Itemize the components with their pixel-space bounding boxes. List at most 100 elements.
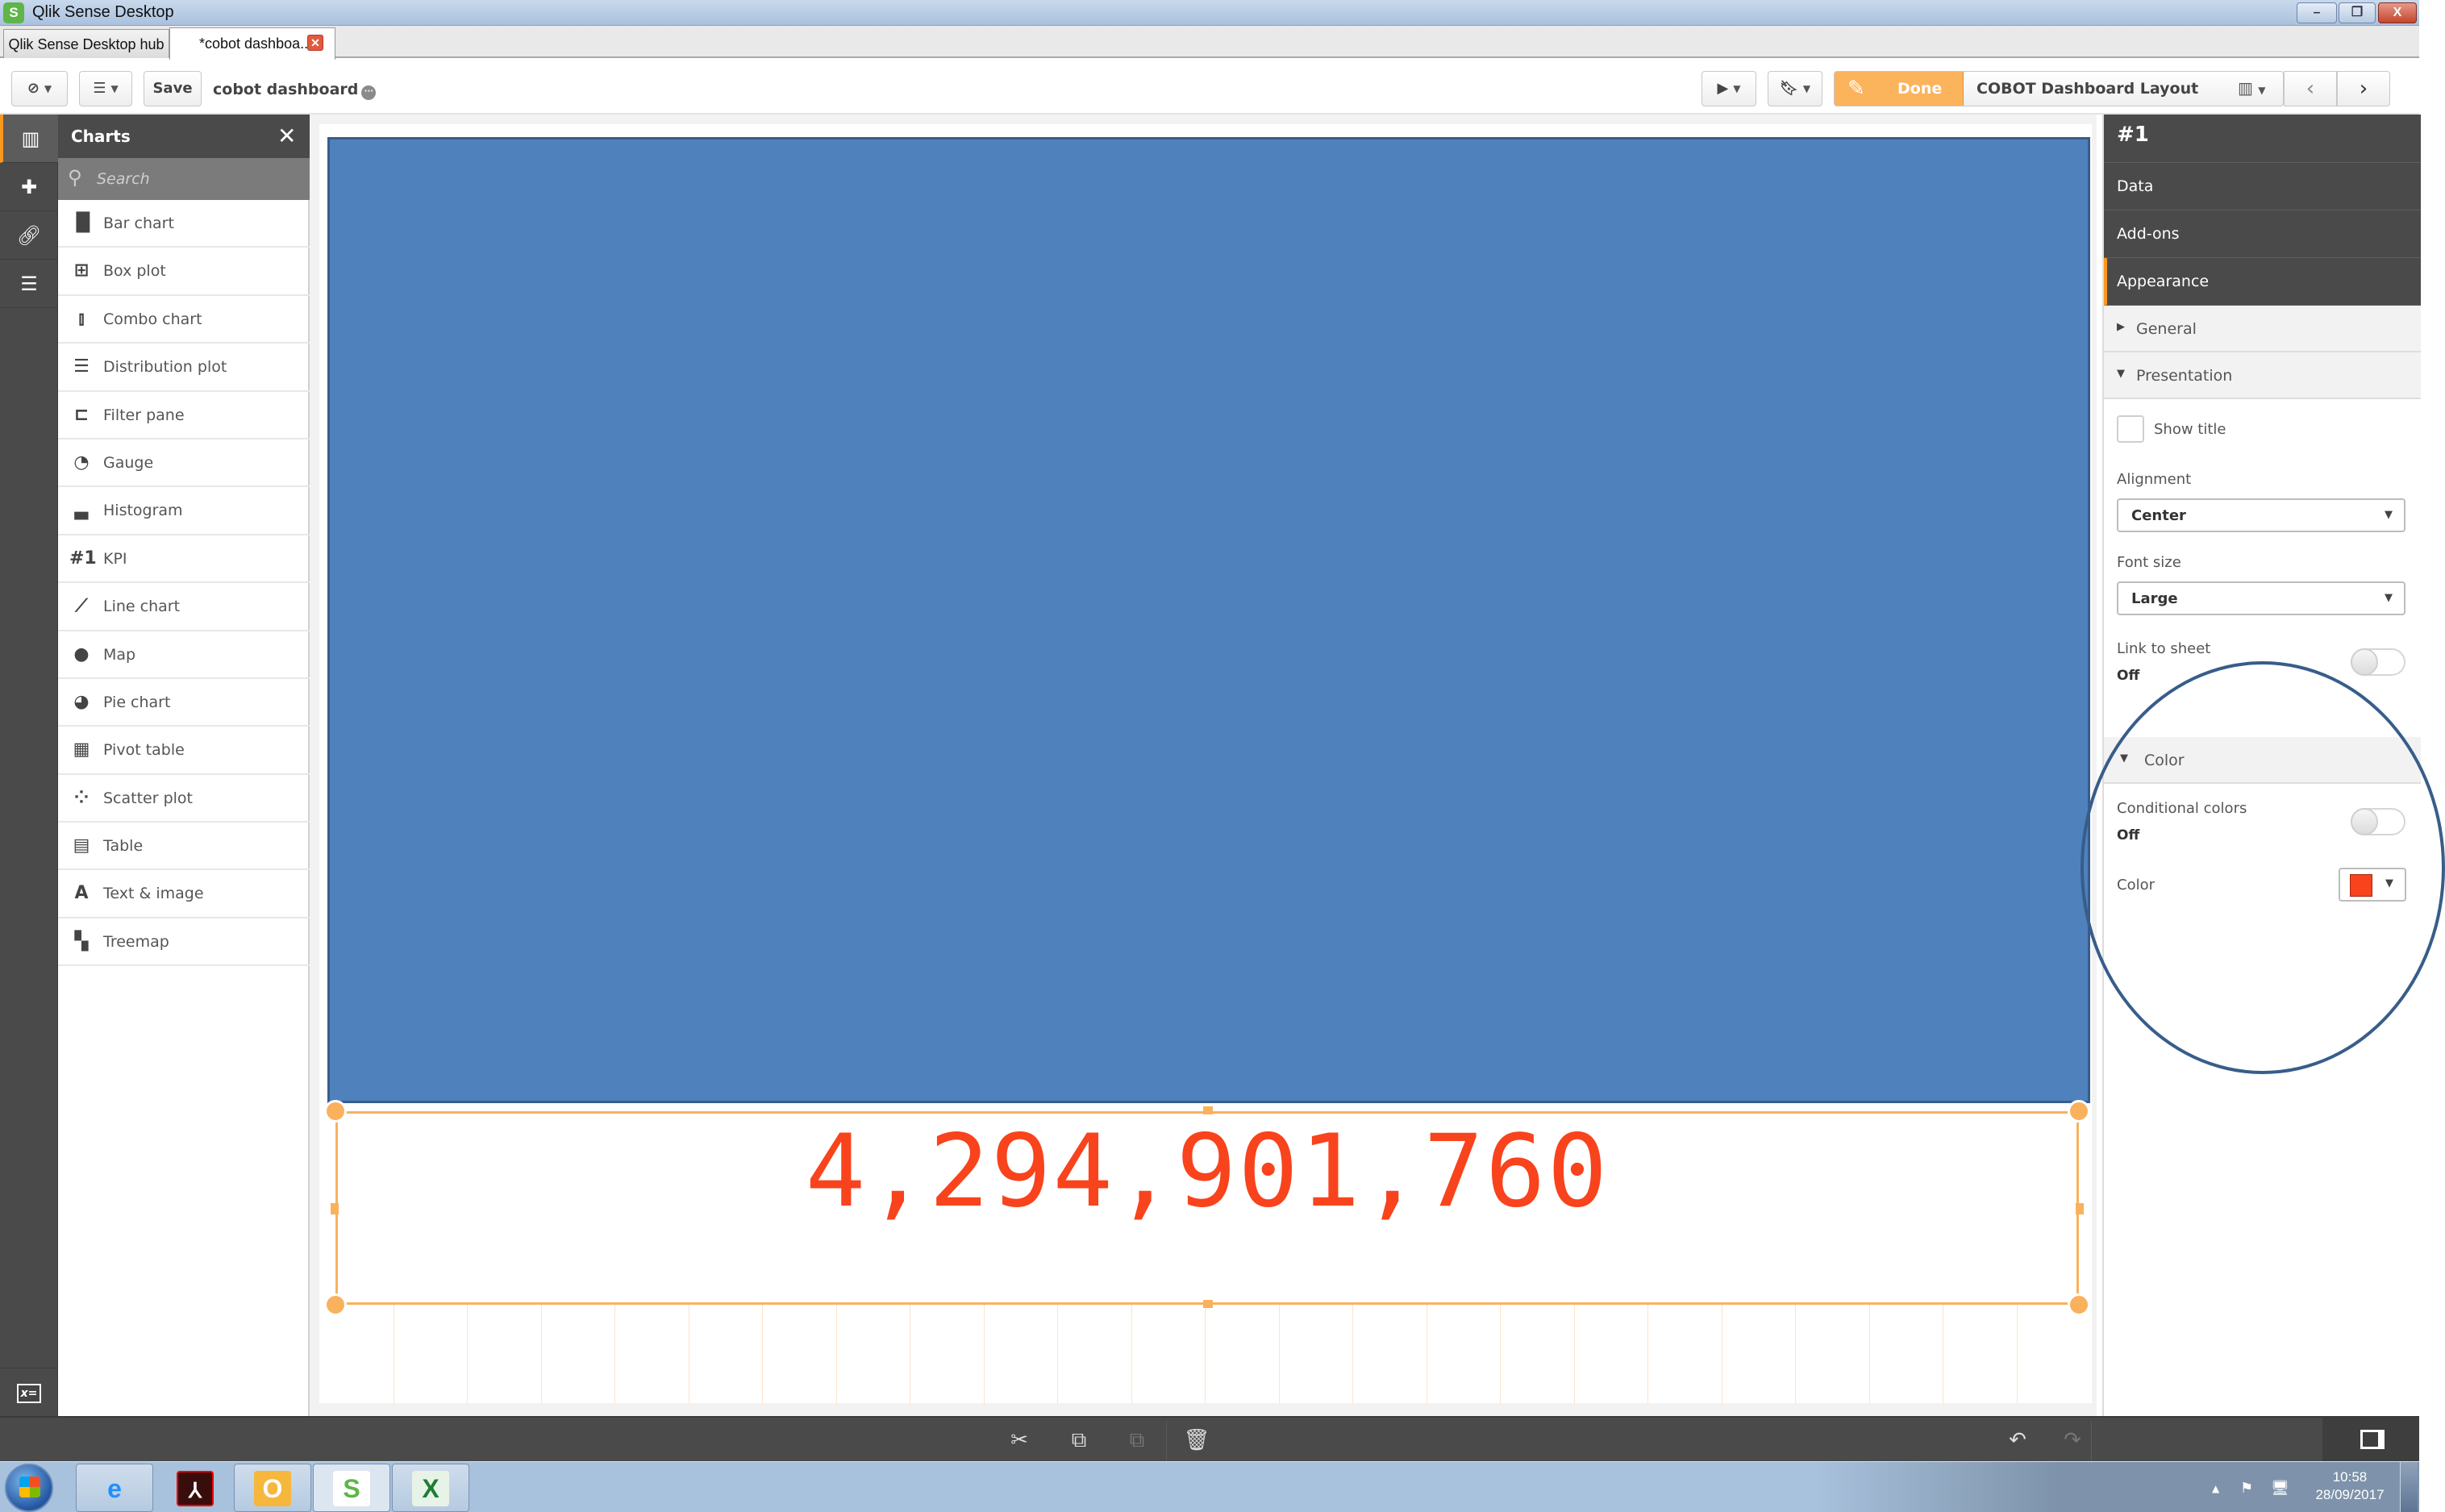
chart-type-box-plot[interactable]: ⊞ Box plot	[58, 248, 310, 296]
tab-hub[interactable]: Qlik Sense Desktop hub	[3, 29, 169, 58]
resize-handle-top-right[interactable]	[2068, 1100, 2090, 1123]
action-center-flag-icon[interactable]: ⚑	[2240, 1480, 2253, 1497]
more-info-icon[interactable]: ···	[361, 85, 377, 100]
distribution-plot-icon: ☰	[73, 356, 90, 377]
chart-type-map[interactable]: ● Map	[58, 631, 310, 679]
taskbar-app-outlook[interactable]: O	[234, 1464, 311, 1512]
props-tab-data[interactable]: Data	[2104, 163, 2421, 210]
grid-line	[467, 1300, 468, 1403]
section-presentation[interactable]: ▼ Presentation	[2104, 352, 2421, 399]
copy-icon[interactable]: ⧉	[1064, 1426, 1093, 1455]
close-tab-icon[interactable]: ✕	[307, 35, 323, 51]
paste-icon[interactable]: ⧉	[1123, 1426, 1152, 1455]
show-title-checkbox[interactable]	[2117, 415, 2144, 443]
toggle-properties-button[interactable]	[2322, 1418, 2419, 1461]
chart-type-distribution-plot[interactable]: ☰ Distribution plot	[58, 344, 310, 392]
internet-explorer-icon: e	[107, 1474, 122, 1503]
chart-type-text-image[interactable]: A Text & image	[58, 870, 310, 918]
link-to-sheet-toggle[interactable]	[2351, 648, 2405, 676]
cut-icon[interactable]: ✂	[1005, 1426, 1034, 1455]
section-color[interactable]: ▼ Color	[2104, 737, 2421, 784]
fields-tab[interactable]: ☰	[0, 260, 58, 308]
section-general-label: General	[2136, 320, 2197, 338]
tab-cobot-dashboard[interactable]: *cobot dashboa... ✕	[169, 27, 335, 60]
resize-handle-bottom-left[interactable]	[324, 1293, 347, 1316]
conditional-colors-toggle[interactable]	[2351, 808, 2405, 835]
chart-type-pie-chart[interactable]: ◕ Pie chart	[58, 679, 310, 727]
charts-tab[interactable]: ▥	[0, 115, 58, 163]
bookmark-button[interactable]: 🔖︎ ▼	[1768, 71, 1822, 106]
chart-type-filter-pane[interactable]: ⊏ Filter pane	[58, 392, 310, 439]
variables-button[interactable]: x=	[0, 1368, 58, 1416]
grid-line	[1278, 1300, 1280, 1403]
chart-type-pivot-table[interactable]: ▦ Pivot table	[58, 727, 310, 775]
line-chart-icon: ⟋	[75, 596, 88, 617]
chart-type-bar-chart[interactable]: ▐▌ Bar chart	[58, 200, 310, 248]
restore-button[interactable]: ❐	[2339, 2, 2376, 23]
grid-line	[762, 1300, 763, 1403]
panel-layout-icon	[2360, 1430, 2385, 1449]
resize-handle-top-left[interactable]	[324, 1100, 347, 1123]
props-tab-appearance[interactable]: Appearance	[2104, 258, 2421, 306]
link-icon: 🔗︎	[16, 224, 42, 247]
extensions-tab[interactable]: ✚	[0, 163, 58, 211]
grid-line	[1868, 1300, 1870, 1403]
undo-icon[interactable]: ↶	[2003, 1426, 2032, 1455]
grid-line	[614, 1300, 615, 1403]
chart-type-table[interactable]: ▤ Table	[58, 823, 310, 871]
show-desktop-button[interactable]	[2400, 1462, 2418, 1512]
kpi-value: 4,294,901,760	[805, 1114, 1610, 1230]
resize-handle-bottom[interactable]	[1203, 1300, 1213, 1308]
grid-line	[540, 1300, 542, 1403]
redo-icon[interactable]: ↷	[2058, 1426, 2087, 1455]
show-hidden-icons[interactable]: ▲	[2212, 1483, 2219, 1494]
start-button[interactable]	[5, 1464, 53, 1512]
chart-type-combo-chart[interactable]: ⫾ Combo chart	[58, 296, 310, 344]
taskbar-app-excel[interactable]: X	[392, 1464, 469, 1512]
kpi-object[interactable]: 4,294,901,760	[335, 1111, 2079, 1305]
chart-type-line-chart[interactable]: ⟋ Line chart	[58, 583, 310, 631]
resize-handle-top[interactable]	[1203, 1106, 1213, 1114]
next-sheet-button[interactable]: ›	[2337, 71, 2390, 106]
windows-taskbar: e ⅄ O S X ▲ ⚑ 🖥︎ 10:58 28/09/2017	[0, 1461, 2419, 1512]
resize-handle-right[interactable]	[2076, 1203, 2084, 1214]
puzzle-icon: ✚	[20, 176, 38, 198]
props-tab-add-ons[interactable]: Add-ons	[2104, 210, 2421, 258]
resize-handle-bottom-right[interactable]	[2068, 1293, 2090, 1316]
chevron-down-icon: ▼	[1733, 83, 1741, 94]
taskbar-app-ie[interactable]: e	[76, 1464, 153, 1512]
master-items-tab[interactable]: 🔗︎	[0, 211, 58, 260]
compass-icon: ⊘	[27, 80, 40, 97]
navigation-button[interactable]: ⊘ ▼	[11, 71, 68, 106]
grid-line	[1131, 1300, 1132, 1403]
taskbar-app-acrobat[interactable]: ⅄	[156, 1464, 234, 1512]
color-picker[interactable]: ▼	[2339, 868, 2406, 902]
done-button[interactable]: ✎ Done	[1835, 72, 1964, 106]
alignment-select[interactable]: Center ▼	[2117, 498, 2405, 532]
save-button[interactable]: Save	[144, 71, 202, 106]
global-menu-button[interactable]: ☰ ▼	[79, 71, 132, 106]
section-general[interactable]: ▶ General	[2104, 306, 2421, 352]
font-size-select[interactable]: Large ▼	[2117, 581, 2405, 615]
search-input[interactable]	[97, 168, 298, 190]
close-window-button[interactable]: X	[2378, 2, 2417, 23]
close-icon[interactable]: ✕	[277, 123, 296, 149]
delete-icon[interactable]: 🗑	[1182, 1426, 1211, 1455]
excel-icon: X	[412, 1471, 449, 1506]
chart-type-histogram[interactable]: ▃ Histogram	[58, 487, 310, 535]
chart-type-scatter-plot[interactable]: ⁘ Scatter plot	[58, 775, 310, 823]
database-icon: ☰	[20, 273, 38, 295]
chart-type-gauge[interactable]: ◔ Gauge	[58, 439, 310, 488]
chart-type-kpi[interactable]: #1 KPI	[58, 535, 310, 584]
network-icon[interactable]: 🖥︎	[2271, 1480, 2289, 1497]
image-object[interactable]	[327, 137, 2090, 1103]
pie-chart-icon: ◕	[73, 691, 90, 712]
chart-type-treemap[interactable]: ▚ Treemap	[58, 918, 310, 967]
story-button[interactable]: ▶ ▼	[1702, 71, 1756, 106]
system-clock[interactable]: 10:58 28/09/2017	[2311, 1468, 2389, 1504]
previous-sheet-button[interactable]: ‹	[2284, 71, 2337, 106]
resize-handle-left[interactable]	[331, 1203, 339, 1214]
minimize-button[interactable]: –	[2297, 2, 2337, 23]
taskbar-app-qlik[interactable]: S	[313, 1464, 390, 1512]
sheets-menu-icon[interactable]: ▥ ▼	[2238, 78, 2266, 98]
